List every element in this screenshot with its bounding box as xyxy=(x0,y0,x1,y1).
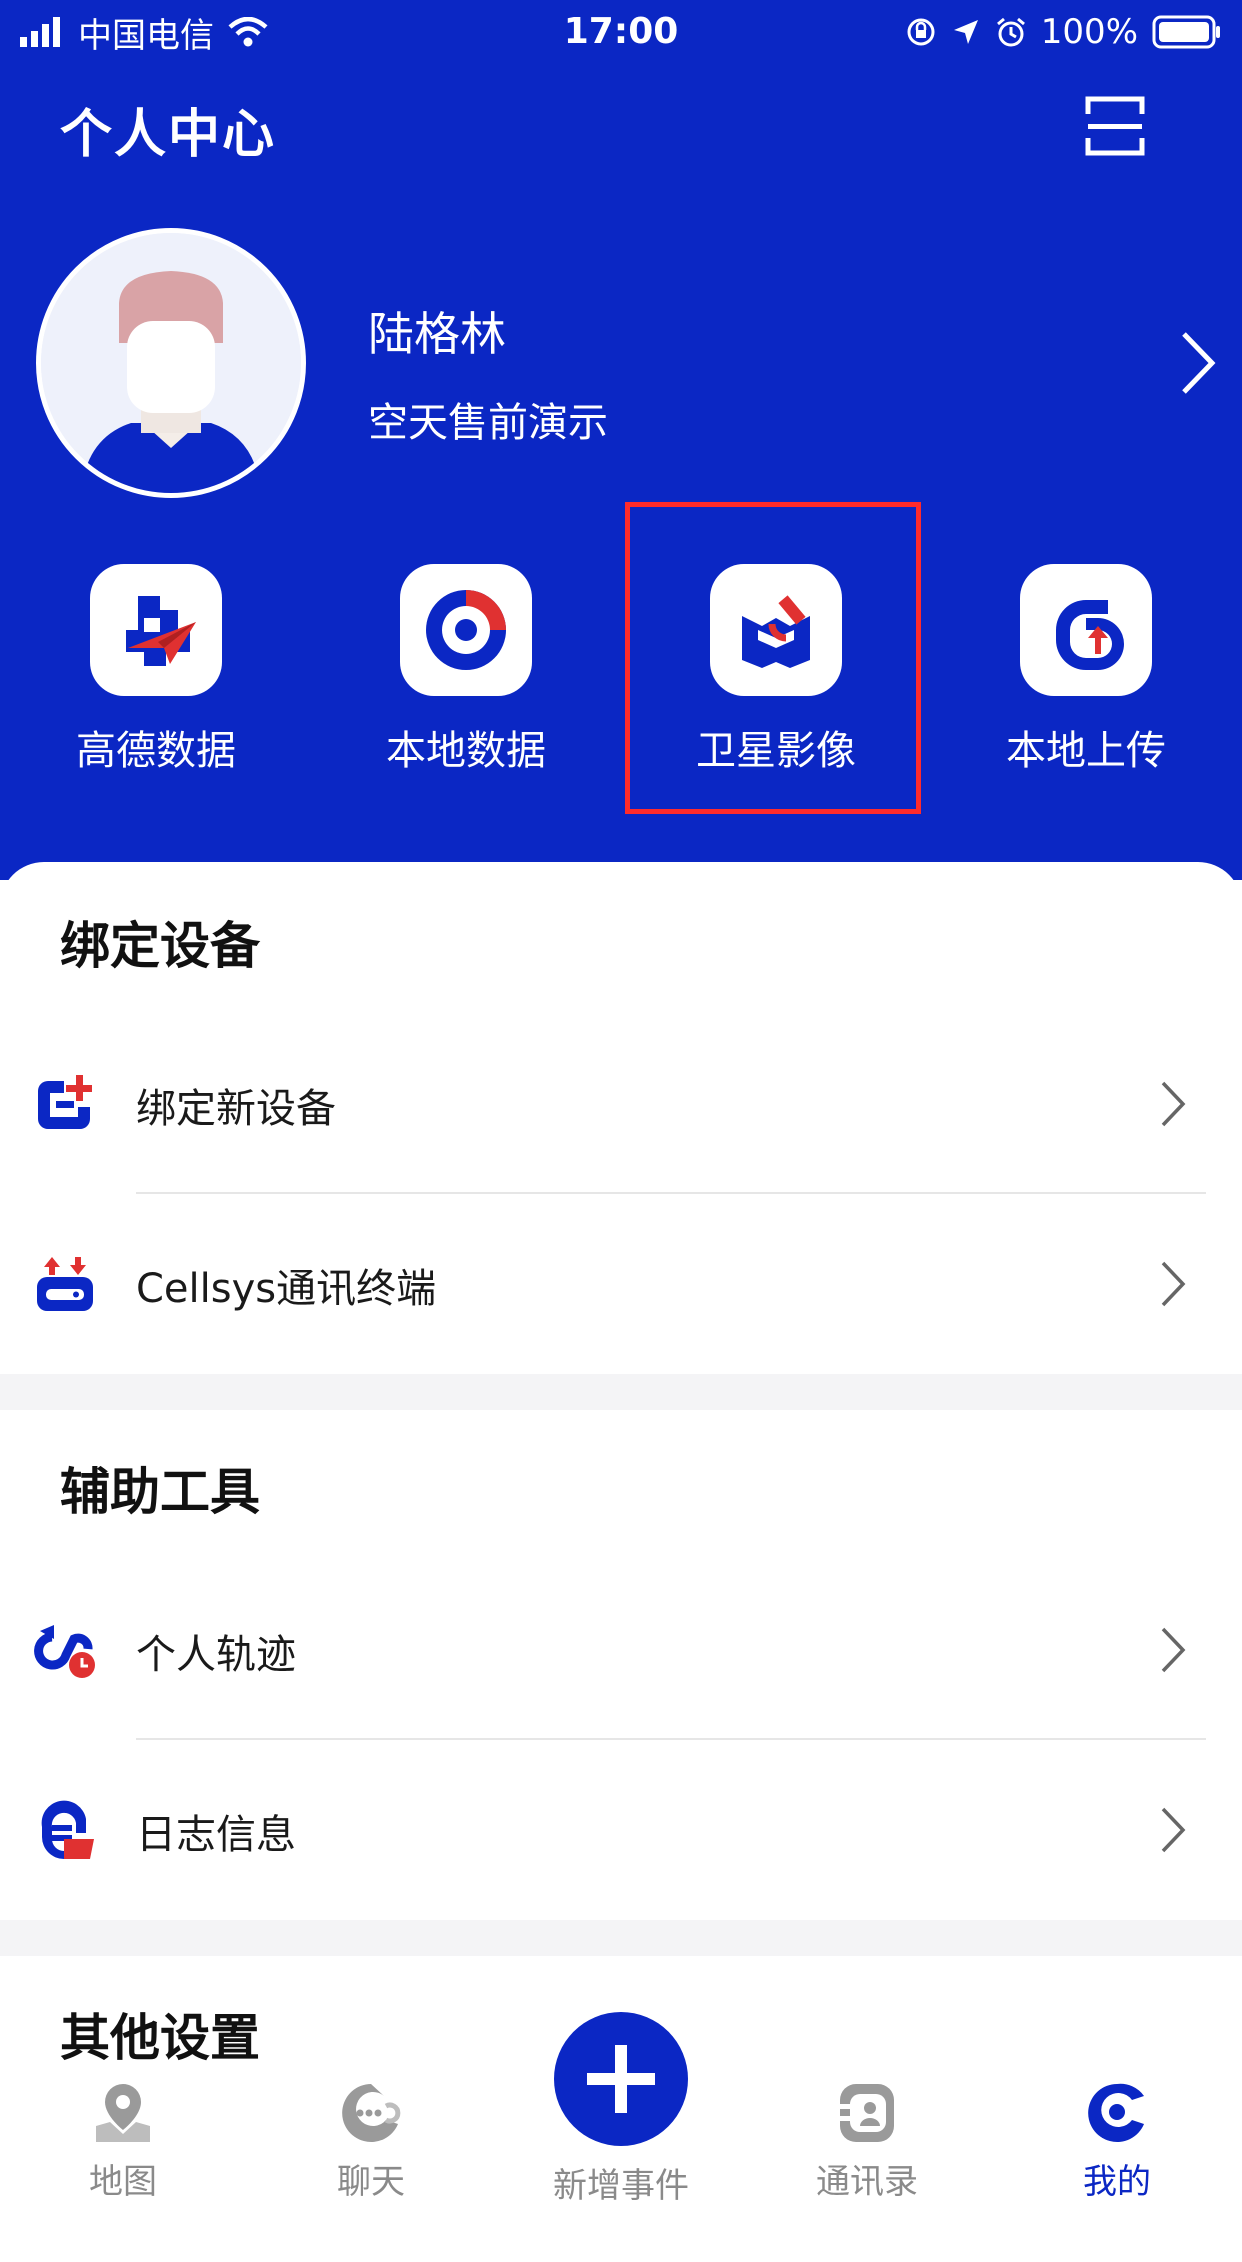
avatar-image xyxy=(41,233,301,493)
section-gap xyxy=(0,1374,1242,1410)
log-icon xyxy=(41,1800,94,1859)
tab-label: 聊天 xyxy=(337,2162,405,2202)
avatar[interactable] xyxy=(36,228,306,498)
add-device-icon xyxy=(38,1075,92,1129)
chevron-right-icon xyxy=(1161,1081,1186,1127)
add-event-label: 新增事件 xyxy=(553,2166,689,2206)
user-name: 陆格林 xyxy=(368,307,506,361)
quick-action-tile xyxy=(1020,564,1152,696)
chevron-right-icon xyxy=(1161,1261,1186,1307)
track-icon xyxy=(34,1625,95,1678)
contacts-icon xyxy=(840,2084,894,2142)
list-item-label: 绑定新设备 xyxy=(136,1086,336,1132)
list-item-bind-new-device[interactable]: 绑定新设备 xyxy=(0,1014,1242,1194)
user-profile-icon xyxy=(1088,2083,1144,2142)
location-icon xyxy=(953,20,978,44)
status-right: 100% xyxy=(905,10,1222,54)
local-data-icon xyxy=(426,590,506,670)
list-item-personal-track[interactable]: 个人轨迹 xyxy=(0,1560,1242,1740)
battery-label: 100% xyxy=(1040,12,1138,52)
section-title-tools: 辅助工具 xyxy=(60,1463,260,1521)
quick-action-local-data[interactable]: 本地数据 xyxy=(356,564,576,776)
chevron-right-icon xyxy=(1161,1627,1186,1673)
scan-icon[interactable] xyxy=(1085,96,1145,156)
list-item-cellsys-terminal[interactable]: Cellsys通讯终端 xyxy=(0,1194,1242,1374)
page-title: 个人中心 xyxy=(60,105,277,165)
section-title-other-settings: 其他设置 xyxy=(60,2009,260,2067)
tab-map[interactable]: 地图 xyxy=(43,2080,203,2203)
tab-label: 我的 xyxy=(1083,2162,1151,2202)
gaode-data-icon xyxy=(126,596,196,666)
quick-action-gaode-data[interactable]: 高德数据 xyxy=(46,564,266,776)
battery-icon xyxy=(1152,15,1220,49)
list-item-log-info[interactable]: 日志信息 xyxy=(0,1740,1242,1920)
tab-chat[interactable]: 聊天 xyxy=(291,2080,451,2203)
tab-contacts[interactable]: 通讯录 xyxy=(787,2080,947,2203)
chevron-right-icon xyxy=(1161,1807,1186,1853)
highlight-box xyxy=(625,502,921,814)
list-item-label: 日志信息 xyxy=(136,1812,296,1858)
quick-action-local-upload[interactable]: 本地上传 xyxy=(976,564,1196,776)
chat-icon xyxy=(342,2084,401,2142)
tab-label: 通讯录 xyxy=(816,2162,918,2202)
status-bar: 中国电信 17:00 100% xyxy=(0,0,1242,64)
quick-action-tile xyxy=(90,564,222,696)
local-upload-icon xyxy=(1056,600,1124,670)
rotation-lock-icon xyxy=(907,18,935,46)
list-item-label: Cellsys通讯终端 xyxy=(136,1266,437,1312)
plus-icon xyxy=(587,2045,655,2113)
add-event-button[interactable] xyxy=(554,2012,688,2146)
profile-header: 中国电信 17:00 100% 个人中心 陆格林 空天售前演示 高德数据 本地数… xyxy=(0,0,1242,880)
section-title-bind-device: 绑定设备 xyxy=(60,917,260,975)
map-pin-icon xyxy=(96,2084,150,2142)
tab-mine[interactable]: 我的 xyxy=(1037,2080,1197,2203)
quick-action-label: 本地上传 xyxy=(1006,728,1166,774)
list-item-label: 个人轨迹 xyxy=(136,1632,296,1678)
quick-action-label: 高德数据 xyxy=(76,728,236,774)
quick-action-tile xyxy=(400,564,532,696)
tab-label: 地图 xyxy=(89,2162,157,2202)
alarm-icon xyxy=(996,17,1025,47)
quick-action-label: 本地数据 xyxy=(386,728,546,774)
section-gap xyxy=(0,1920,1242,1956)
user-org: 空天售前演示 xyxy=(368,400,608,446)
terminal-device-icon xyxy=(37,1257,93,1311)
chevron-right-icon[interactable] xyxy=(1178,330,1218,396)
